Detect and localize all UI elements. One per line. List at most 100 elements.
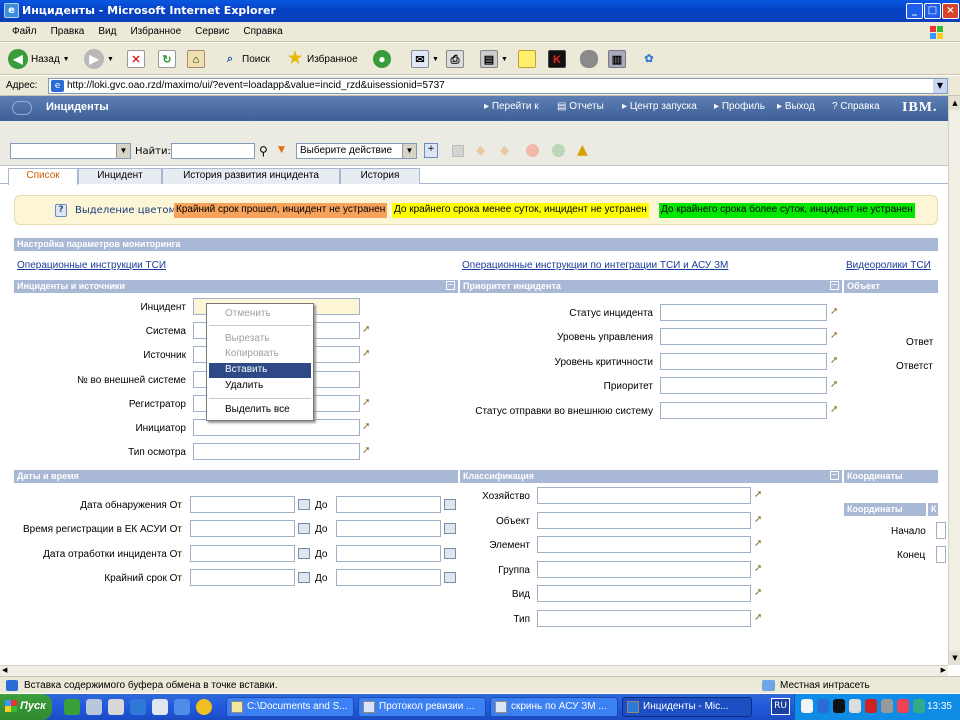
link-tsi-instructions[interactable]: Операционные инструкции ТСИ bbox=[17, 260, 166, 271]
type-input[interactable] bbox=[537, 610, 751, 627]
menu-item-cut[interactable]: Вырезать bbox=[209, 332, 311, 347]
print-button[interactable]: ⎙ bbox=[446, 48, 464, 70]
element-input[interactable] bbox=[537, 536, 751, 553]
collapse-icon[interactable]: – bbox=[830, 471, 839, 480]
lookup-icon[interactable]: ➚ bbox=[830, 331, 840, 341]
inspection-type-input[interactable] bbox=[193, 443, 360, 460]
tray-display-icon[interactable] bbox=[913, 699, 925, 713]
tray-network-icon[interactable] bbox=[801, 699, 813, 713]
calendar-icon[interactable] bbox=[298, 572, 310, 583]
outlook-icon[interactable] bbox=[152, 699, 168, 715]
menu-edit[interactable]: Правка bbox=[44, 22, 92, 37]
refresh-button[interactable]: ↻ bbox=[158, 48, 176, 70]
kind-input[interactable] bbox=[537, 585, 751, 602]
lookup-icon[interactable]: ➚ bbox=[754, 564, 764, 574]
action-select[interactable]: Выберите действие ▼ bbox=[296, 143, 417, 159]
minimize-button[interactable]: _ bbox=[906, 3, 923, 19]
mail-button[interactable]: ✉ ▼ bbox=[411, 48, 439, 70]
new-record-icon[interactable]: + bbox=[424, 143, 438, 158]
nav-start-center[interactable]: ▸ Центр запуска bbox=[622, 101, 697, 112]
deadline-from[interactable] bbox=[190, 569, 295, 586]
language-indicator[interactable]: RU bbox=[771, 698, 790, 715]
home-button[interactable]: ⌂ bbox=[187, 48, 205, 70]
approve-icon[interactable] bbox=[552, 144, 565, 157]
search-button[interactable]: ⌕ Поиск bbox=[221, 48, 270, 70]
link-tsi-videos[interactable]: Видеоролики ТСИ bbox=[846, 260, 931, 271]
lookup-icon[interactable]: ➚ bbox=[830, 307, 840, 317]
task-explorer[interactable]: C:\Documents and S... bbox=[226, 697, 354, 717]
back-button[interactable]: ◀ Назад ▼ bbox=[8, 48, 70, 70]
task-ie-incidents[interactable]: Инциденты - Mic... bbox=[622, 697, 752, 717]
msn-button[interactable]: ✿ bbox=[640, 48, 658, 70]
export-status-input[interactable] bbox=[660, 402, 827, 419]
messenger-button[interactable] bbox=[580, 48, 598, 70]
criticality-input[interactable] bbox=[660, 353, 827, 370]
menu-view[interactable]: Вид bbox=[91, 22, 123, 37]
maximize-button[interactable]: □ bbox=[924, 3, 941, 19]
tree-icon[interactable] bbox=[64, 699, 80, 715]
scroll-left-icon[interactable]: ◀ bbox=[2, 666, 7, 674]
registration-time-from[interactable] bbox=[190, 520, 295, 537]
favorites-button[interactable]: ★ Избранное bbox=[286, 48, 358, 70]
tray-kaspersky-icon[interactable] bbox=[833, 699, 845, 713]
address-input[interactable]: e http://loki.gvc.oao.rzd/maximo/ui/?eve… bbox=[48, 78, 948, 94]
menu-help[interactable]: Справка bbox=[236, 22, 289, 37]
lookup-icon[interactable]: ➚ bbox=[830, 356, 840, 366]
find-input[interactable] bbox=[171, 143, 255, 159]
management-level-input[interactable] bbox=[660, 328, 827, 345]
initiator-input[interactable] bbox=[193, 419, 360, 436]
alert-icon[interactable]: ▲ bbox=[577, 142, 588, 158]
tray-volume-icon[interactable] bbox=[849, 699, 861, 713]
priority-input[interactable] bbox=[660, 377, 827, 394]
query-select[interactable]: ▼ bbox=[10, 143, 131, 159]
cloud-icon[interactable] bbox=[86, 699, 102, 715]
collapse-icon[interactable]: – bbox=[446, 281, 455, 290]
nav-goto[interactable]: ▸ Перейти к bbox=[484, 101, 539, 112]
menu-item-delete[interactable]: Удалить bbox=[209, 379, 311, 394]
lookup-icon[interactable]: ➚ bbox=[754, 613, 764, 623]
task-word-protocol[interactable]: Протокол ревизии ... bbox=[358, 697, 486, 717]
tab-incident[interactable]: Инцидент bbox=[78, 168, 162, 184]
lookup-icon[interactable]: ➚ bbox=[362, 422, 372, 432]
object-input[interactable] bbox=[537, 512, 751, 529]
address-dropdown-icon[interactable]: ▼ bbox=[933, 79, 947, 93]
menu-tools[interactable]: Сервис bbox=[188, 22, 236, 37]
menu-item-paste[interactable]: Вставить bbox=[209, 363, 311, 378]
detection-date-from[interactable] bbox=[190, 496, 295, 513]
edit-button[interactable]: ▤ ▼ bbox=[480, 48, 508, 70]
calendar-icon[interactable] bbox=[298, 548, 310, 559]
lookup-icon[interactable]: ➚ bbox=[362, 398, 372, 408]
start-button[interactable]: Пуск bbox=[0, 694, 52, 720]
forward-button[interactable]: ▶ ▼ bbox=[84, 48, 114, 70]
lookup-icon[interactable]: ➚ bbox=[362, 446, 372, 456]
lookup-icon[interactable]: ➚ bbox=[362, 349, 372, 359]
menu-file[interactable]: Файл bbox=[0, 22, 44, 37]
tray-printer-icon[interactable] bbox=[817, 699, 829, 713]
notes-button[interactable] bbox=[518, 48, 536, 70]
close-button[interactable]: × bbox=[942, 3, 959, 19]
tray-update-icon[interactable] bbox=[897, 699, 909, 713]
scroll-down-icon[interactable]: ▼ bbox=[949, 651, 960, 665]
previous-icon[interactable]: ◆ bbox=[476, 143, 485, 157]
calendar-icon[interactable] bbox=[444, 572, 456, 583]
lookup-icon[interactable]: ➚ bbox=[754, 515, 764, 525]
tray-antivirus-icon[interactable] bbox=[865, 699, 877, 713]
end-input[interactable] bbox=[936, 546, 946, 563]
tab-list[interactable]: Список bbox=[8, 168, 78, 185]
lookup-icon[interactable]: ➚ bbox=[754, 539, 764, 549]
menu-item-undo[interactable]: Отменить bbox=[209, 307, 311, 322]
task-word-screens[interactable]: скринь по АСУ ЗМ ... bbox=[490, 697, 618, 717]
group-input[interactable] bbox=[537, 561, 751, 578]
stop-button[interactable]: ✕ bbox=[127, 48, 145, 70]
menu-item-copy[interactable]: Копировать bbox=[209, 347, 311, 362]
tool-icon[interactable] bbox=[108, 699, 124, 715]
nav-reports[interactable]: ▤ Отчеты bbox=[557, 101, 604, 112]
processing-date-from[interactable] bbox=[190, 545, 295, 562]
horizontal-scrollbar[interactable]: ◀ ▶ bbox=[0, 665, 948, 676]
incident-status-input[interactable] bbox=[660, 304, 827, 321]
scroll-up-icon[interactable]: ▲ bbox=[949, 96, 960, 110]
kaspersky-button[interactable]: K bbox=[548, 48, 566, 70]
detection-date-to[interactable] bbox=[336, 496, 441, 513]
window-title-bar[interactable]: e Инциденты - Microsoft Internet Explore… bbox=[0, 0, 960, 22]
menu-favorites[interactable]: Избранное bbox=[123, 22, 188, 37]
